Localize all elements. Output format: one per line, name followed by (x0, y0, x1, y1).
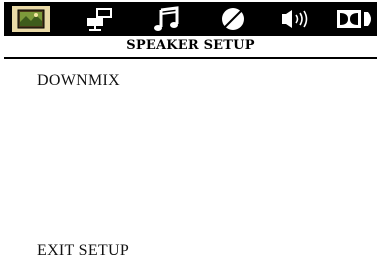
setup-icon-bar (4, 2, 377, 36)
title-bar: SPEAKER SETUP (4, 36, 377, 59)
picture-icon[interactable] (12, 6, 50, 32)
left-border (0, 0, 4, 269)
music-icon[interactable] (153, 6, 181, 32)
speaker-icon[interactable] (280, 6, 314, 32)
menu-item-downmix[interactable]: DOWNMIX (37, 72, 120, 90)
settings-icon[interactable] (84, 6, 114, 32)
setup-screen: SPEAKER SETUP DOWNMIX EXIT SETUP (0, 0, 377, 269)
display-icon[interactable] (219, 6, 247, 32)
page-title: SPEAKER SETUP (126, 38, 255, 53)
dolby-icon[interactable] (336, 6, 374, 32)
exit-setup-button[interactable]: EXIT SETUP (37, 242, 129, 260)
